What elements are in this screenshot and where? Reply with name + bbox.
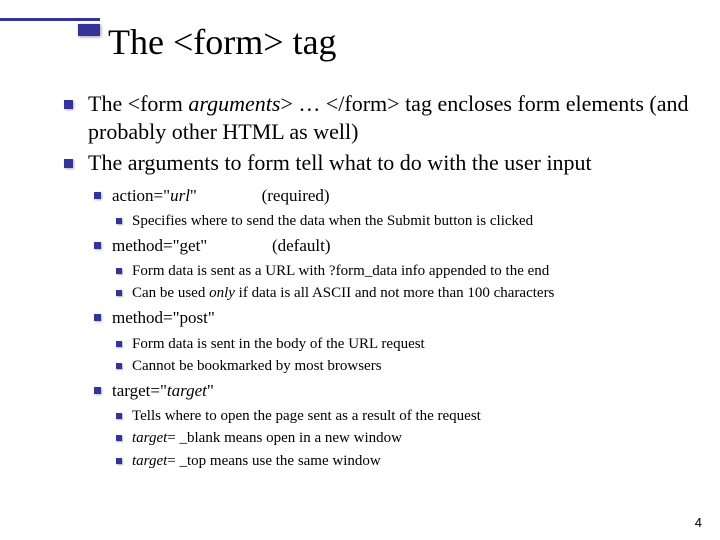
- title-accent-square: [78, 24, 100, 36]
- code: <form: [128, 91, 189, 116]
- slide-title: The <form> tag: [108, 23, 720, 63]
- code: > … </form>: [280, 91, 399, 116]
- bullet-item: Can be used only if data is all ASCII an…: [112, 283, 690, 303]
- text: Form data is sent as a URL with: [132, 263, 329, 279]
- code: target=": [112, 381, 167, 400]
- note: (required): [262, 185, 330, 207]
- code: ?form_data: [329, 263, 397, 279]
- text: info appended to the end: [397, 263, 549, 279]
- bullet-item: action="url" (required) Specifies where …: [88, 185, 690, 231]
- bullet-item: Cannot be bookmarked by most browsers: [112, 356, 690, 376]
- title-code: <form>: [173, 22, 284, 62]
- bullet-list-level3: Specifies where to send the data when th…: [112, 211, 690, 231]
- text: The: [88, 91, 128, 116]
- note: (default): [272, 235, 331, 257]
- text: means open in a new window: [220, 430, 402, 446]
- title-text-post: tag: [284, 22, 337, 62]
- text: tell what to do with the user input: [290, 150, 592, 175]
- bullet-list-level3: Form data is sent as a URL with ?form_da…: [112, 261, 690, 304]
- bullet-list-level1: The <form arguments> … </form> tag enclo…: [60, 90, 690, 471]
- bullet-list-level3: Form data is sent in the body of the URL…: [112, 334, 690, 377]
- page-number: 4: [695, 515, 702, 530]
- bullet-list-level2: action="url" (required) Specifies where …: [88, 185, 690, 471]
- slide: The <form> tag The <form arguments> … </…: [0, 0, 720, 540]
- bullet-list-level3: Tells where to open the page sent as a r…: [112, 406, 690, 471]
- bullet-item: target= _blank means open in a new windo…: [112, 428, 690, 448]
- text-italic: target: [132, 430, 167, 446]
- code: _top: [180, 453, 207, 469]
- text: =: [167, 453, 179, 469]
- code: method="get": [112, 236, 207, 255]
- text: Form data is sent in the body of the URL…: [132, 336, 425, 352]
- slide-content: The <form arguments> … </form> tag enclo…: [60, 90, 690, 475]
- text: Can be used: [132, 285, 209, 301]
- code-italic: url: [170, 186, 190, 205]
- text: Cannot be bookmarked by most browsers: [132, 358, 382, 374]
- code: ": [207, 381, 214, 400]
- code: _blank: [180, 430, 221, 446]
- code: action=": [112, 186, 170, 205]
- bullet-item: The arguments to form tell what to do wi…: [60, 149, 690, 471]
- code: method="post": [112, 308, 215, 327]
- title-block: The <form> tag: [0, 18, 720, 63]
- bullet-item: target= _top means use the same window: [112, 451, 690, 471]
- bullet-item: The <form arguments> … </form> tag enclo…: [60, 90, 690, 145]
- text-italic: only: [209, 285, 235, 301]
- text: Specifies where to send the data when th…: [132, 213, 387, 229]
- bullet-item: Form data is sent in the body of the URL…: [112, 334, 690, 354]
- text-italic: target: [132, 453, 167, 469]
- code-italic: target: [167, 381, 207, 400]
- code: form: [247, 150, 290, 175]
- text: if data is all ASCII and not more than 1…: [235, 285, 555, 301]
- bullet-item: Specifies where to send the data when th…: [112, 211, 690, 231]
- bullet-item: Tells where to open the page sent as a r…: [112, 406, 690, 426]
- bullet-item: Form data is sent as a URL with ?form_da…: [112, 261, 690, 281]
- bullet-item: method="get" (default) Form data is sent…: [88, 235, 690, 304]
- code: ": [190, 186, 197, 205]
- text: means use the same window: [206, 453, 381, 469]
- code-italic: arguments: [188, 91, 280, 116]
- title-text-pre: The: [108, 22, 173, 62]
- title-accent-bar: [0, 18, 100, 21]
- bullet-item: method="post" Form data is sent in the b…: [88, 307, 690, 376]
- bullet-item: target="target" Tells where to open the …: [88, 380, 690, 471]
- text: The arguments to: [88, 150, 247, 175]
- text: =: [167, 430, 179, 446]
- text: Tells where to open the page sent as a r…: [132, 408, 481, 424]
- code: Submit: [387, 213, 430, 229]
- text: button is clicked: [430, 213, 533, 229]
